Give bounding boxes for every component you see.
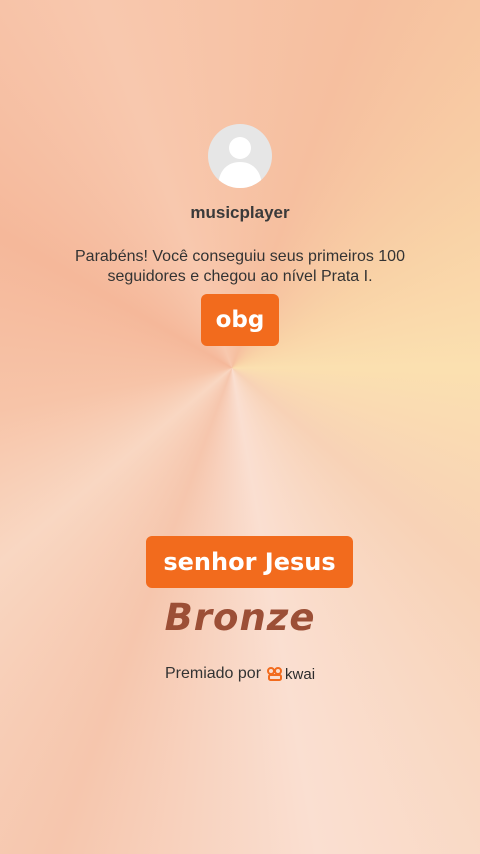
tier-label: Bronze <box>164 596 316 639</box>
awarded-by: Premiado por kwai <box>0 665 480 683</box>
avatar[interactable] <box>208 124 272 188</box>
awarded-by-label: Premiado por <box>164 665 262 682</box>
congratulations-message: Parabéns! Você conseguiu seus primeiros … <box>75 248 405 285</box>
reply-button[interactable]: obg <box>201 294 279 346</box>
username: musicplayer <box>190 203 290 222</box>
award-name-badge: senhor Jesus <box>146 536 353 588</box>
kwai-logo-icon <box>267 667 283 681</box>
default-user-icon <box>218 137 262 188</box>
kwai-brand-text: kwai <box>285 665 316 683</box>
